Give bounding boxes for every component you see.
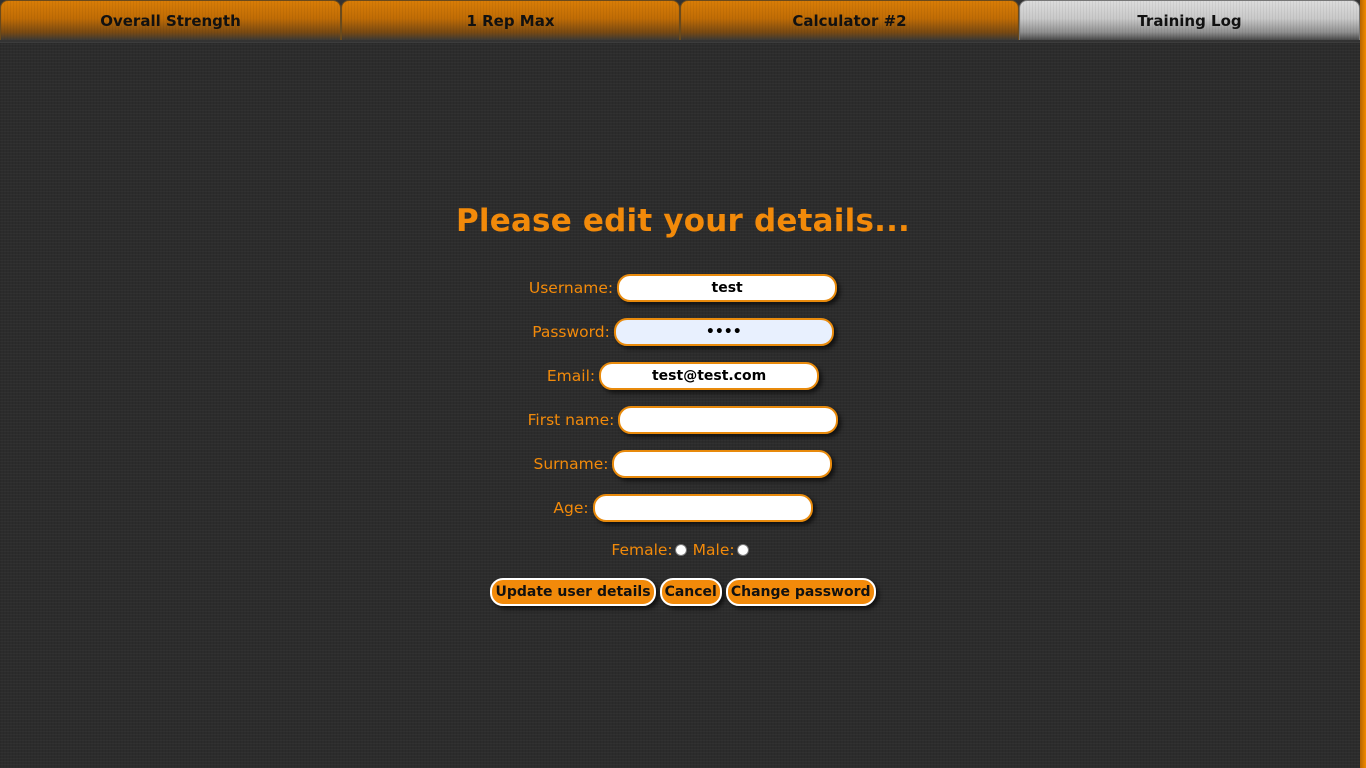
tab-bar: Overall Strength 1 Rep Max Calculator #2…: [0, 0, 1366, 43]
male-radio[interactable]: [736, 544, 749, 556]
password-label: Password:: [532, 323, 610, 341]
tab-training-log[interactable]: Training Log: [1019, 0, 1360, 40]
email-input[interactable]: [599, 362, 820, 390]
surname-label: Surname:: [533, 455, 609, 473]
female-radio[interactable]: [674, 544, 687, 556]
username-input[interactable]: [617, 274, 838, 302]
tab-overall-strength[interactable]: Overall Strength: [0, 0, 341, 40]
page-title: Please edit your details...: [455, 203, 911, 239]
email-label: Email:: [546, 367, 596, 385]
form-actions: Update user details Cancel Change passwo…: [0, 578, 1366, 606]
password-input[interactable]: [613, 318, 834, 346]
update-user-details-button[interactable]: Update user details: [490, 578, 656, 606]
male-label: Male:: [692, 541, 735, 559]
first-name-row: First name:: [0, 406, 1366, 434]
username-label: Username:: [528, 279, 614, 297]
first-name-label: First name:: [527, 411, 615, 429]
username-row: Username:: [0, 274, 1366, 302]
age-row: Age:: [0, 494, 1366, 522]
cancel-button[interactable]: Cancel: [659, 578, 722, 606]
gender-row: Female: Male:: [0, 536, 1366, 564]
email-row: Email:: [0, 362, 1366, 390]
tab-1-rep-max[interactable]: 1 Rep Max: [341, 0, 680, 40]
tab-calculator-2[interactable]: Calculator #2: [680, 0, 1019, 40]
age-input[interactable]: [592, 494, 813, 522]
surname-input[interactable]: [612, 450, 833, 478]
surname-row: Surname:: [0, 450, 1366, 478]
female-label: Female:: [611, 541, 673, 559]
password-row: Password:: [0, 318, 1366, 346]
first-name-input[interactable]: [618, 406, 839, 434]
age-label: Age:: [553, 499, 589, 517]
change-password-button[interactable]: Change password: [725, 578, 876, 606]
